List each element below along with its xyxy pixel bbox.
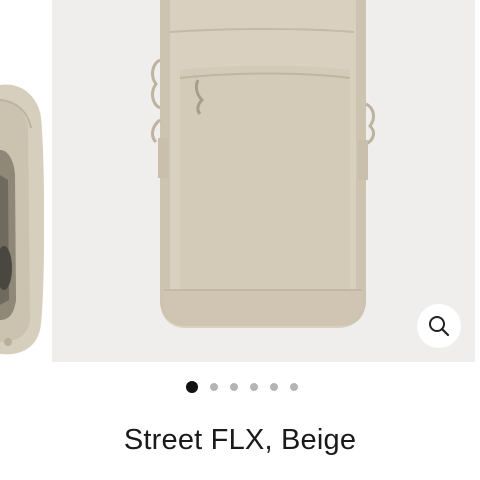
backpack-side-image	[0, 84, 44, 355]
product-image-carousel[interactable]	[0, 0, 480, 362]
pagination-dot-1[interactable]	[186, 381, 198, 393]
carousel-pagination	[0, 380, 480, 394]
main-product-image[interactable]	[52, 0, 475, 362]
pagination-dot-2[interactable]	[210, 383, 218, 391]
product-title: Street FLX, Beige	[123, 424, 357, 456]
pagination-dot-6[interactable]	[290, 383, 298, 391]
pagination-dot-3[interactable]	[230, 383, 238, 391]
zoom-button[interactable]	[417, 304, 461, 348]
previous-slide-image[interactable]	[0, 0, 44, 362]
backpack-front-image	[151, 0, 375, 328]
magnifier-icon	[429, 316, 450, 337]
pagination-dot-4[interactable]	[250, 383, 258, 391]
pagination-dot-5[interactable]	[270, 383, 278, 391]
